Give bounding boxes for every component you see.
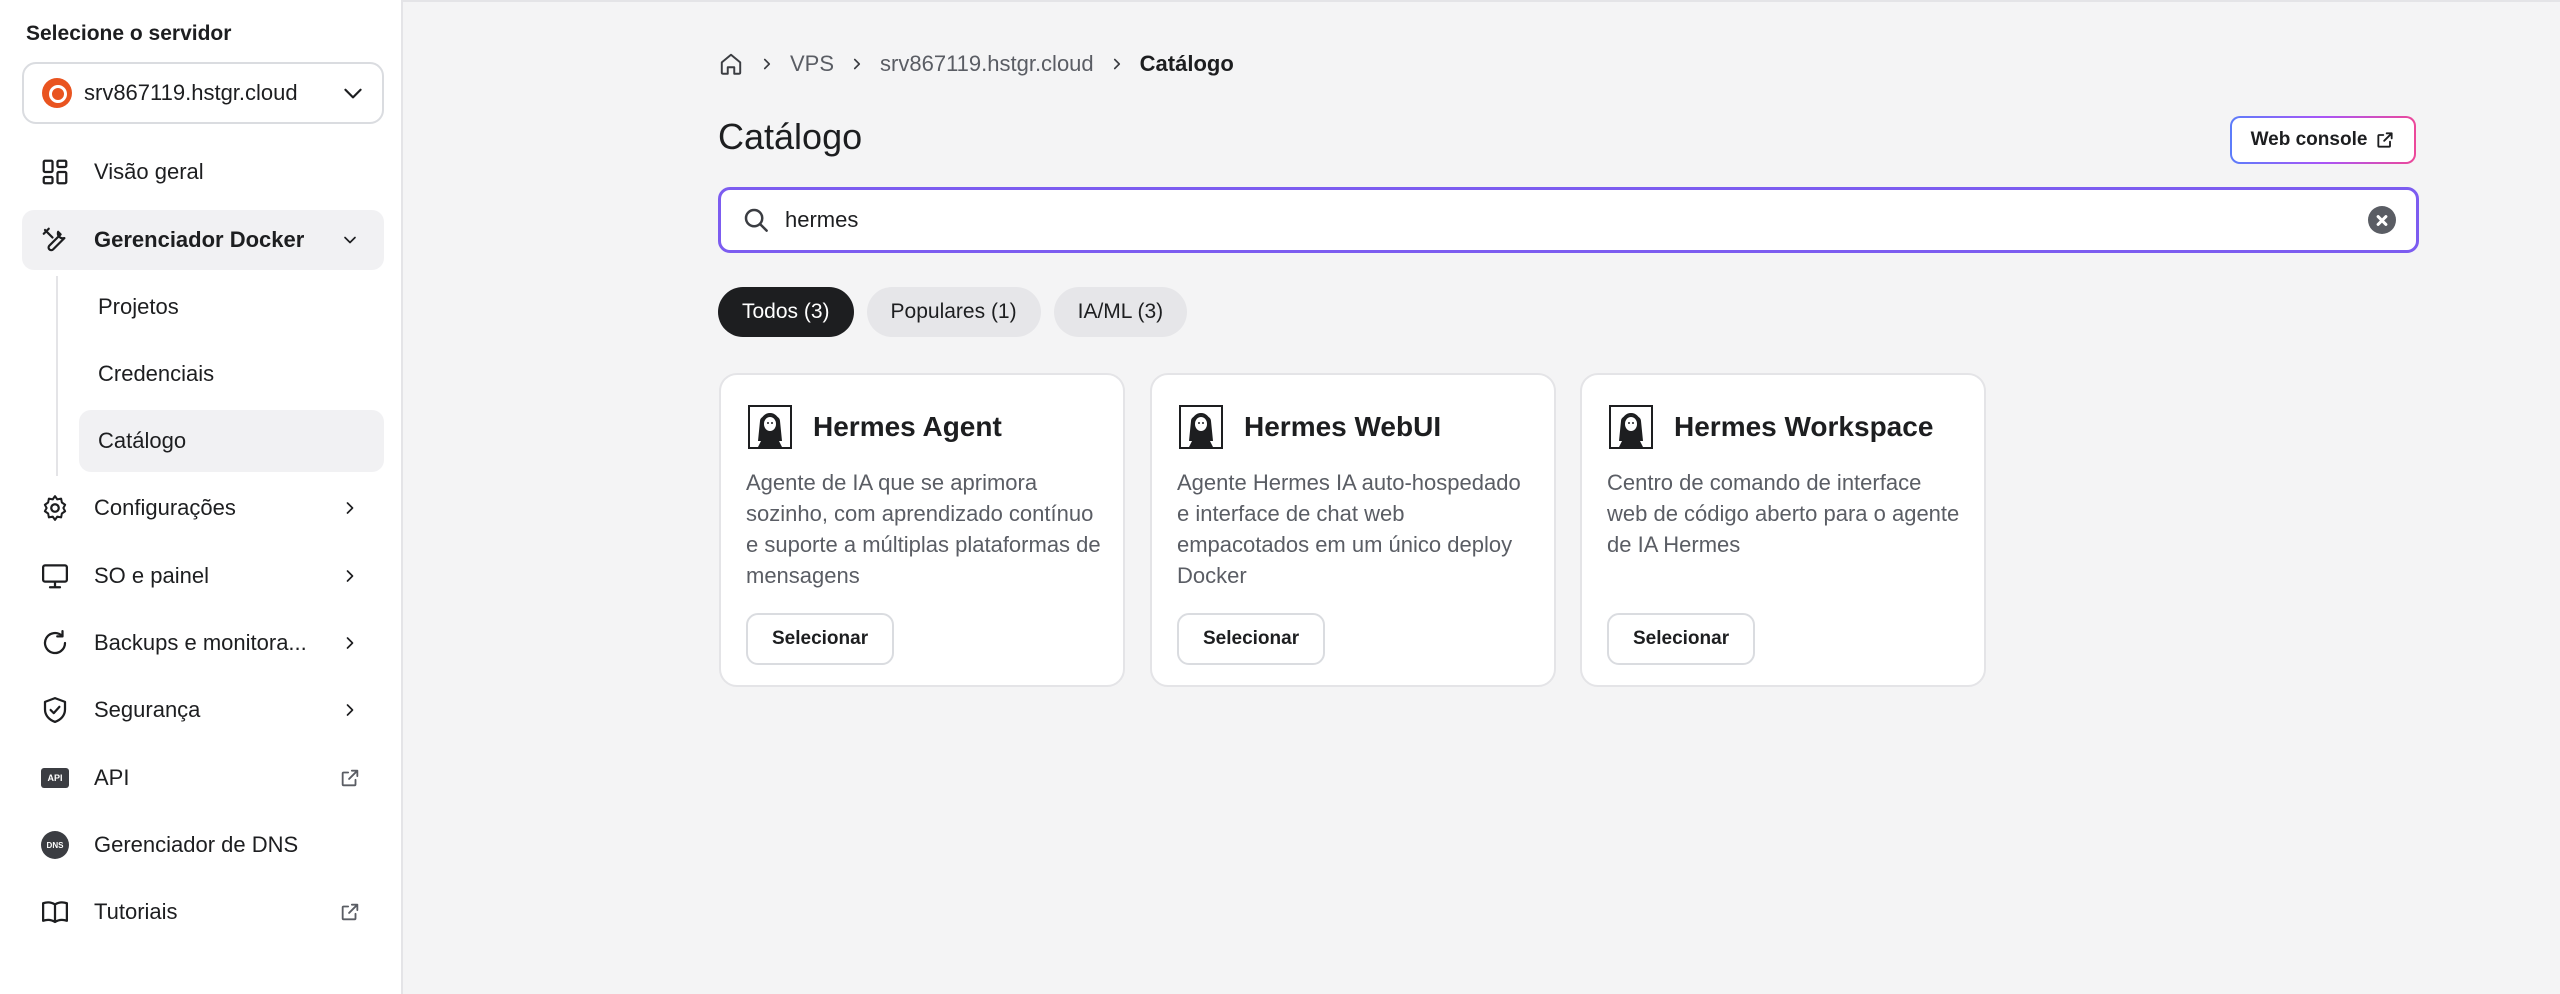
page-title: Catálogo [718,116,863,157]
shield-icon [38,693,72,727]
card-title: Hermes Agent [813,411,1002,442]
external-link-icon [338,766,362,790]
sidebar-item-overview[interactable]: Visão geral [22,142,384,202]
catalog-card[interactable]: Hermes WebUI Agente Hermes IA auto-hospe… [1150,373,1556,687]
select-button[interactable]: Selecionar [1177,613,1326,665]
card-description: Centro de comando de interface web de có… [1607,470,1960,557]
card-title: Hermes WebUI [1244,411,1442,442]
chevron-down-icon [344,88,362,99]
chevron-right-icon [338,496,362,520]
server-dropdown[interactable]: srv867119.hstgr.cloud [22,62,384,124]
api-icon: API [38,761,72,795]
refresh-icon [38,626,72,660]
catalog-card[interactable]: Hermes Workspace Centro de comando de in… [1580,373,1986,687]
chevron-right-icon [1108,55,1126,73]
filter-chip-ai-ml[interactable]: IA/ML (3) [1053,287,1188,337]
clear-search-icon[interactable] [2368,206,2396,234]
sidebar-item-label: Gerenciador de DNS [94,832,299,857]
sidebar-item-label: Tutoriais [94,899,178,924]
chevron-right-icon [758,55,776,73]
breadcrumb-vps[interactable]: VPS [790,51,834,77]
sidebar: Selecione o servidor srv867119.hstgr.clo… [0,0,403,994]
server-select-label: Selecione o servidor [26,22,232,45]
chevron-right-icon [338,698,362,722]
sidebar-item-backups[interactable]: Backups e monitora... [22,613,384,673]
sidebar-item-security[interactable]: Segurança [22,680,384,740]
card-title: Hermes Workspace [1674,411,1934,442]
filter-chips: Todos (3) Populares (1) IA/ML (3) [718,287,1188,337]
sidebar-item-tutorials[interactable]: Tutoriais [22,882,384,942]
sidebar-item-label: Gerenciador Docker [94,227,305,252]
sidebar-subitem-projects[interactable]: Projetos [79,276,384,338]
external-link-icon [338,900,362,924]
search-bar [718,187,2419,253]
dns-icon: DNS [38,828,72,862]
sidebar-item-dns[interactable]: DNS Gerenciador de DNS [22,815,384,875]
server-name: srv867119.hstgr.cloud [84,80,298,105]
home-icon[interactable] [718,51,744,77]
hermes-logo-icon [1609,405,1653,449]
dashboard-icon [38,155,72,189]
ubuntu-icon [42,78,72,108]
breadcrumb-current: Catálogo [1139,51,1234,76]
chevron-down-icon [338,228,362,252]
breadcrumb-server[interactable]: srv867119.hstgr.cloud [880,51,1094,77]
monitor-icon [38,559,72,593]
chevron-right-icon [848,55,866,73]
sidebar-item-docker-manager[interactable]: Gerenciador Docker [22,210,384,270]
web-console-label: Web console [2250,129,2368,150]
sidebar-item-label: API [94,765,130,790]
sidebar-subitem-credentials[interactable]: Credenciais [79,343,384,405]
search-icon [744,208,768,232]
card-description: Agente Hermes IA auto-hospedado e interf… [1177,470,1521,588]
chevron-right-icon [338,631,362,655]
sidebar-item-api[interactable]: API API [22,748,384,808]
gear-icon [38,491,72,525]
sidebar-item-label: SO e painel [94,563,209,588]
card-description: Agente de IA que se aprimora sozinho, co… [746,470,1101,588]
hermes-logo-icon [748,405,792,449]
sidebar-item-os-panel[interactable]: SO e painel [22,546,384,606]
hermes-logo-icon [1179,405,1223,449]
search-input[interactable] [785,207,2368,233]
sidebar-item-label: Configurações [94,495,236,520]
sidebar-item-label: Visão geral [94,159,204,184]
catalog-card[interactable]: Hermes Agent Agente de IA que se aprimor… [719,373,1125,687]
select-button[interactable]: Selecionar [1607,613,1756,665]
filter-chip-all[interactable]: Todos (3) [718,287,854,337]
sidebar-item-label: Backups e monitora... [94,630,307,655]
book-icon [38,895,72,929]
tools-icon [38,223,72,257]
sidebar-subitem-catalog[interactable]: Catálogo [79,410,384,472]
select-button[interactable]: Selecionar [746,613,895,665]
filter-chip-popular[interactable]: Populares (1) [866,287,1041,337]
external-link-icon [2377,132,2394,148]
chevron-right-icon [338,564,362,588]
web-console-button[interactable]: Web console [2230,116,2416,164]
breadcrumb: VPS srv867119.hstgr.cloud Catálogo [718,46,1234,82]
submenu-line [56,276,58,476]
sidebar-item-settings[interactable]: Configurações [22,478,384,538]
sidebar-item-label: Segurança [94,697,201,722]
